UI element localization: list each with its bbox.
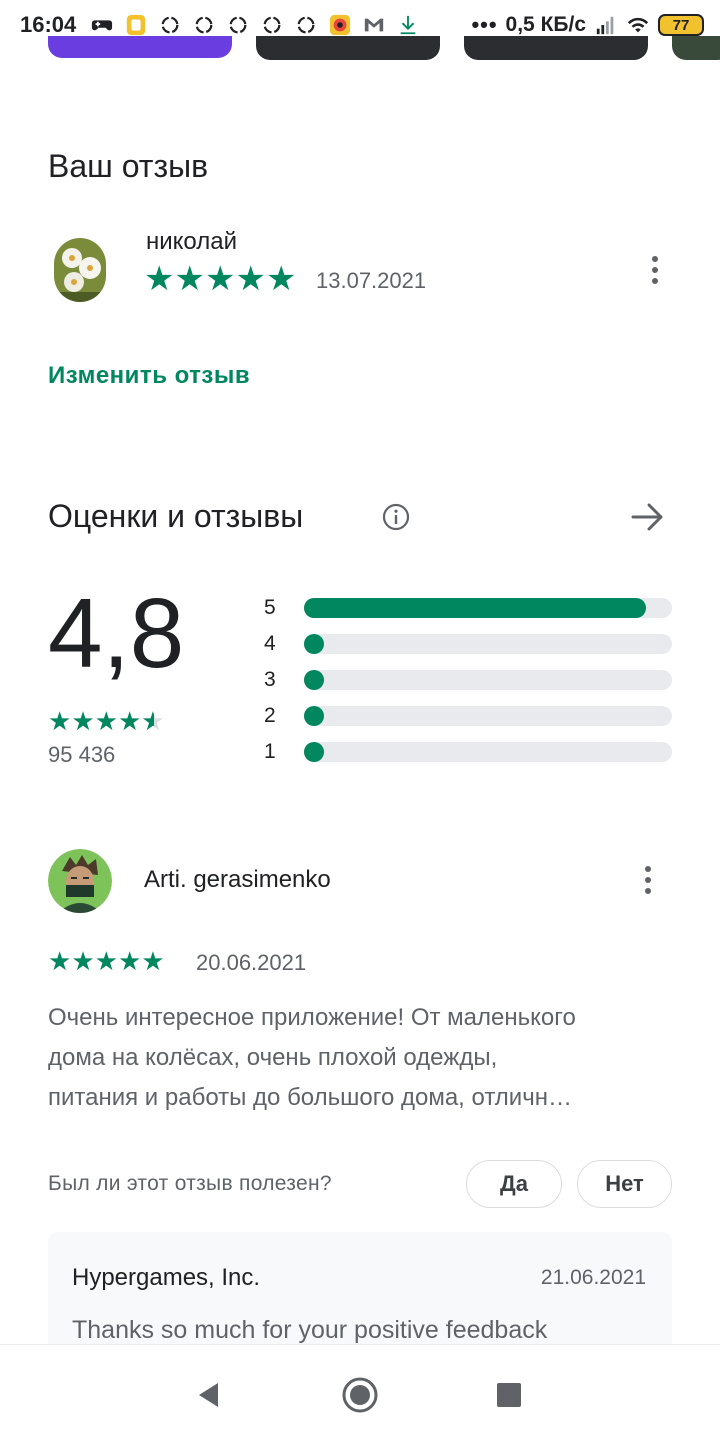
star-icon: ★ [94,946,118,976]
more-dots-icon: ••• [471,12,498,37]
star-icon: ★ [117,706,142,736]
info-icon[interactable] [381,502,411,532]
avatar [48,849,112,913]
review-text-line: питания и работы до большого дома, отлич… [48,1084,572,1111]
star-icon: ★ [174,260,205,298]
rating-bar-label: 1 [264,740,276,763]
rating-bar-track [304,634,672,654]
rating-bar-track [304,706,672,726]
review-date: 20.06.2021 [196,950,307,975]
ratings-count: 95 436 [48,742,116,767]
status-time: 16:04 [20,12,77,37]
star-icon: ★ [71,706,95,736]
half-star-icon: ★ ★ [141,706,165,736]
star-icon: ★ [48,946,72,976]
rating-distribution: 5 4 3 2 1 [264,590,674,770]
star-icon: ★ [144,260,175,298]
average-stars: ★ ★ ★ ★ ★ ★ [48,708,165,734]
more-options-icon[interactable] [643,866,653,894]
eye-app-icon [330,14,351,36]
edit-review-link[interactable]: Изменить отзыв [48,362,250,390]
developer-name: Hypergames, Inc. [72,1264,261,1291]
ninja-avatar-image [48,849,112,913]
rating-bar-fill [304,634,324,654]
rating-bar-label: 3 [264,668,276,691]
star-icon: ★ [48,706,72,736]
rating-bar-row: 4 [264,626,674,662]
helpful-question: Был ли этот отзыв полезен? [48,1172,332,1195]
rating-bar-track [304,742,672,762]
avatar [54,238,106,302]
star-icon: ★ [141,946,165,976]
download-icon [400,15,416,35]
rating-bar-label: 5 [264,596,276,619]
star-icon: ★ [235,260,266,298]
ratings-title[interactable]: Оценки и отзывы [48,498,303,535]
review-date: 13.07.2021 [316,268,427,293]
notification-icons [90,14,420,36]
screenshot-thumbnail[interactable] [672,36,720,60]
rating-bar-fill [304,598,647,618]
status-right: ••• 0,5 КБ/с 77 [471,12,704,38]
star-icon: ★ [94,706,118,736]
review-stars: ★ ★ ★ ★ ★ [48,948,165,974]
screenshot-thumbnail[interactable] [464,36,648,60]
recents-icon[interactable] [496,1382,522,1408]
your-rating-stars: ★ ★ ★ ★ ★ [144,262,296,296]
helpful-yes-button[interactable]: Да [466,1160,562,1208]
rating-bar-fill [304,706,324,726]
star-icon: ★ [71,946,95,976]
reply-date: 21.06.2021 [540,1266,646,1289]
rating-bar-row: 3 [264,662,674,698]
battery-icon: 77 [658,14,704,36]
system-navigation-bar [0,1344,720,1440]
recycle-icon [263,16,281,34]
more-options-icon[interactable] [650,256,660,284]
rating-bar-fill [304,742,324,762]
star-icon: ★ [117,946,142,976]
sim-card-icon [127,14,146,36]
average-rating: 4,8 [48,578,185,688]
signal-icon [596,16,614,35]
star-icon: ★ [265,260,297,298]
developer-reply: Hypergames, Inc. 21.06.2021 Thanks so mu… [48,1232,672,1352]
previous-section-button[interactable] [48,36,232,58]
helpful-no-button[interactable]: Нет [577,1160,672,1208]
your-review-title: Ваш отзыв [48,148,209,184]
gmail-icon [365,18,384,32]
network-speed: 0,5 КБ/с [505,13,586,36]
rating-bar-label: 2 [264,704,276,727]
review-text-line: Очень интересное приложение! От маленько… [48,1004,576,1031]
rating-bar-track [304,670,672,690]
rating-bar-label: 4 [264,632,276,655]
recycle-icon [195,16,213,34]
reviewer-name: николай [146,228,238,255]
back-icon[interactable] [196,1381,222,1409]
flower-avatar-image [54,238,106,302]
rating-bar-row: 2 [264,698,674,734]
gamepad-icon [92,20,113,31]
home-icon[interactable] [341,1376,379,1414]
rating-bar-row: 5 [264,590,674,626]
rating-bar-row: 1 [264,734,674,770]
star-icon: ★ [204,260,236,298]
rating-bar-fill [304,670,324,690]
screenshot-thumbnail[interactable] [256,36,440,60]
battery-level: 77 [672,16,690,34]
rating-bar-track [304,598,672,618]
recycle-icon [297,16,315,34]
recycle-icon [161,16,179,34]
reviewer-name: Arti. gerasimenko [144,866,331,893]
arrow-right-icon[interactable] [630,500,666,534]
wifi-icon [627,17,649,33]
recycle-icon [229,16,247,34]
review-text-line: дома на колёсах, очень плохой одежды, [48,1044,498,1071]
review-text[interactable]: Очень интересное приложение! От маленько… [48,998,678,1118]
reply-text: Thanks so much for your positive feedbac… [72,1316,548,1344]
